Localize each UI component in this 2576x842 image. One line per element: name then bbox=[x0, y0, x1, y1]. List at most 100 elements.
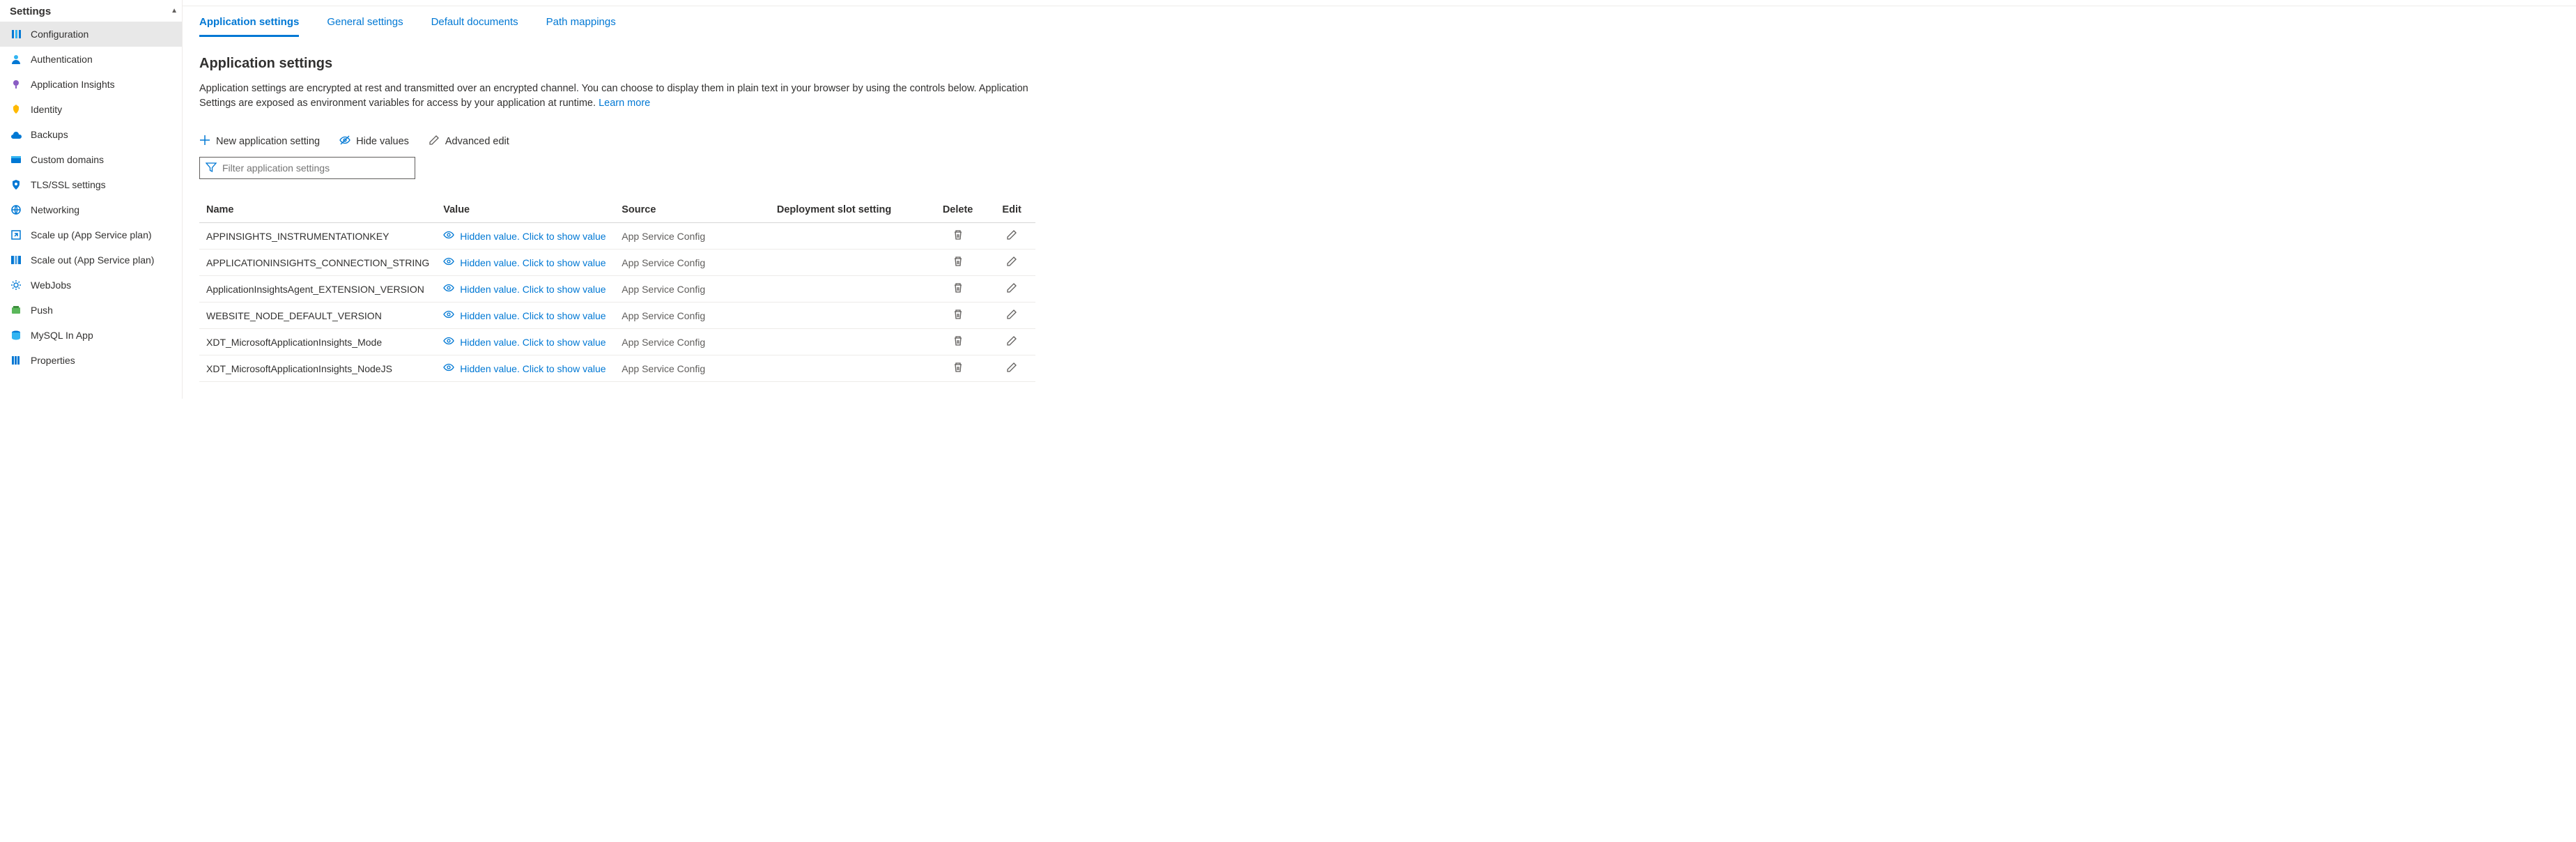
delete-button[interactable] bbox=[952, 335, 964, 349]
settings-sidebar: Settings ▲ ConfigurationAuthenticationAp… bbox=[0, 0, 183, 399]
hidden-value-text: Hidden value. Click to show value bbox=[460, 257, 606, 268]
sidebar-item-push[interactable]: Push bbox=[0, 298, 182, 323]
toolbar: New application setting Hide values Adva… bbox=[199, 135, 2559, 148]
setting-source: App Service Config bbox=[615, 223, 770, 250]
sidebar-item-label: Authentication bbox=[31, 54, 93, 65]
tls-icon bbox=[10, 178, 22, 191]
sidebar-item-properties[interactable]: Properties bbox=[0, 348, 182, 373]
sidebar-item-insights[interactable]: Application Insights bbox=[0, 72, 182, 97]
sidebar-item-label: Application Insights bbox=[31, 79, 115, 90]
hidden-value-text: Hidden value. Click to show value bbox=[460, 284, 606, 295]
pencil-icon bbox=[429, 135, 440, 148]
collapse-icon[interactable]: ▲ bbox=[171, 7, 178, 15]
setting-source: App Service Config bbox=[615, 303, 770, 329]
show-value-link[interactable]: Hidden value. Click to show value bbox=[443, 257, 606, 268]
section-description: Application settings are encrypted at re… bbox=[199, 82, 1056, 111]
hidden-value-text: Hidden value. Click to show value bbox=[460, 310, 606, 321]
properties-icon bbox=[10, 354, 22, 367]
sidebar-item-label: Scale out (App Service plan) bbox=[31, 254, 154, 266]
header-edit: Edit bbox=[988, 197, 1035, 223]
show-value-link[interactable]: Hidden value. Click to show value bbox=[443, 336, 606, 348]
sidebar-item-scaleout[interactable]: Scale out (App Service plan) bbox=[0, 247, 182, 273]
edit-button[interactable] bbox=[1006, 229, 1017, 243]
edit-button[interactable] bbox=[1006, 256, 1017, 269]
trash-icon bbox=[952, 309, 964, 322]
sidebar-item-webjobs[interactable]: WebJobs bbox=[0, 273, 182, 298]
push-icon bbox=[10, 304, 22, 316]
setting-source: App Service Config bbox=[615, 250, 770, 276]
sidebar-item-scaleup[interactable]: Scale up (App Service plan) bbox=[0, 222, 182, 247]
tab-default-documents[interactable]: Default documents bbox=[431, 16, 518, 37]
edit-button[interactable] bbox=[1006, 362, 1017, 375]
sidebar-item-label: Configuration bbox=[31, 29, 88, 40]
eye-icon bbox=[443, 309, 454, 321]
sidebar-item-config[interactable]: Configuration bbox=[0, 22, 182, 47]
setting-name[interactable]: XDT_MicrosoftApplicationInsights_NodeJS bbox=[199, 355, 436, 382]
header-delete: Delete bbox=[927, 197, 988, 223]
pencil-icon bbox=[1006, 362, 1017, 375]
show-value-link[interactable]: Hidden value. Click to show value bbox=[443, 283, 606, 295]
advanced-edit-button[interactable]: Advanced edit bbox=[429, 135, 509, 148]
sidebar-item-label: Identity bbox=[31, 104, 62, 115]
setting-name[interactable]: APPINSIGHTS_INSTRUMENTATIONKEY bbox=[199, 223, 436, 250]
table-row: WEBSITE_NODE_DEFAULT_VERSION Hidden value… bbox=[199, 303, 1035, 329]
show-value-link[interactable]: Hidden value. Click to show value bbox=[443, 230, 606, 242]
domains-icon bbox=[10, 153, 22, 166]
delete-button[interactable] bbox=[952, 229, 964, 243]
sidebar-item-mysql[interactable]: MySQL In App bbox=[0, 323, 182, 348]
setting-name[interactable]: XDT_MicrosoftApplicationInsights_Mode bbox=[199, 329, 436, 355]
setting-name[interactable]: APPLICATIONINSIGHTS_CONNECTION_STRING bbox=[199, 250, 436, 276]
show-value-link[interactable]: Hidden value. Click to show value bbox=[443, 362, 606, 374]
trash-icon bbox=[952, 256, 964, 269]
sidebar-item-domains[interactable]: Custom domains bbox=[0, 147, 182, 172]
trash-icon bbox=[952, 229, 964, 243]
backups-icon bbox=[10, 128, 22, 141]
edit-button[interactable] bbox=[1006, 335, 1017, 349]
webjobs-icon bbox=[10, 279, 22, 291]
show-value-link[interactable]: Hidden value. Click to show value bbox=[443, 309, 606, 321]
edit-button[interactable] bbox=[1006, 309, 1017, 322]
header-slot[interactable]: Deployment slot setting bbox=[770, 197, 927, 223]
delete-button[interactable] bbox=[952, 362, 964, 375]
edit-button[interactable] bbox=[1006, 282, 1017, 296]
filter-box[interactable] bbox=[199, 157, 415, 179]
sidebar-item-auth[interactable]: Authentication bbox=[0, 47, 182, 72]
sidebar-item-networking[interactable]: Networking bbox=[0, 197, 182, 222]
setting-name[interactable]: ApplicationInsightsAgent_EXTENSION_VERSI… bbox=[199, 276, 436, 303]
tab-path-mappings[interactable]: Path mappings bbox=[546, 16, 616, 37]
header-name[interactable]: Name bbox=[199, 197, 436, 223]
learn-more-link[interactable]: Learn more bbox=[599, 98, 650, 109]
hidden-value-text: Hidden value. Click to show value bbox=[460, 231, 606, 242]
tab-general-settings[interactable]: General settings bbox=[327, 16, 403, 37]
sidebar-item-tls[interactable]: TLS/SSL settings bbox=[0, 172, 182, 197]
hide-values-button[interactable]: Hide values bbox=[339, 135, 409, 148]
delete-button[interactable] bbox=[952, 309, 964, 322]
pencil-icon bbox=[1006, 309, 1017, 322]
delete-button[interactable] bbox=[952, 256, 964, 269]
header-source[interactable]: Source bbox=[615, 197, 770, 223]
sidebar-item-identity[interactable]: Identity bbox=[0, 97, 182, 122]
table-row: APPLICATIONINSIGHTS_CONNECTION_STRING Hid… bbox=[199, 250, 1035, 276]
pencil-icon bbox=[1006, 335, 1017, 349]
table-row: XDT_MicrosoftApplicationInsights_NodeJS H… bbox=[199, 355, 1035, 382]
header-value[interactable]: Value bbox=[436, 197, 615, 223]
advanced-edit-label: Advanced edit bbox=[445, 136, 509, 147]
networking-icon bbox=[10, 204, 22, 216]
delete-button[interactable] bbox=[952, 282, 964, 296]
settings-table: Name Value Source Deployment slot settin… bbox=[199, 197, 1035, 382]
setting-source: App Service Config bbox=[615, 355, 770, 382]
auth-icon bbox=[10, 53, 22, 66]
table-row: ApplicationInsightsAgent_EXTENSION_VERSI… bbox=[199, 276, 1035, 303]
setting-slot bbox=[770, 276, 927, 303]
eye-icon bbox=[443, 230, 454, 242]
insights-icon bbox=[10, 78, 22, 91]
setting-name[interactable]: WEBSITE_NODE_DEFAULT_VERSION bbox=[199, 303, 436, 329]
table-row: APPINSIGHTS_INSTRUMENTATIONKEY Hidden val… bbox=[199, 223, 1035, 250]
tab-bar: Application settings General settings Defa… bbox=[199, 6, 2559, 38]
new-application-setting-button[interactable]: New application setting bbox=[199, 135, 320, 148]
sidebar-item-backups[interactable]: Backups bbox=[0, 122, 182, 147]
eye-slash-icon bbox=[339, 135, 350, 148]
tab-application-settings[interactable]: Application settings bbox=[199, 16, 299, 37]
sidebar-item-label: Custom domains bbox=[31, 154, 104, 165]
filter-input[interactable] bbox=[222, 162, 409, 174]
